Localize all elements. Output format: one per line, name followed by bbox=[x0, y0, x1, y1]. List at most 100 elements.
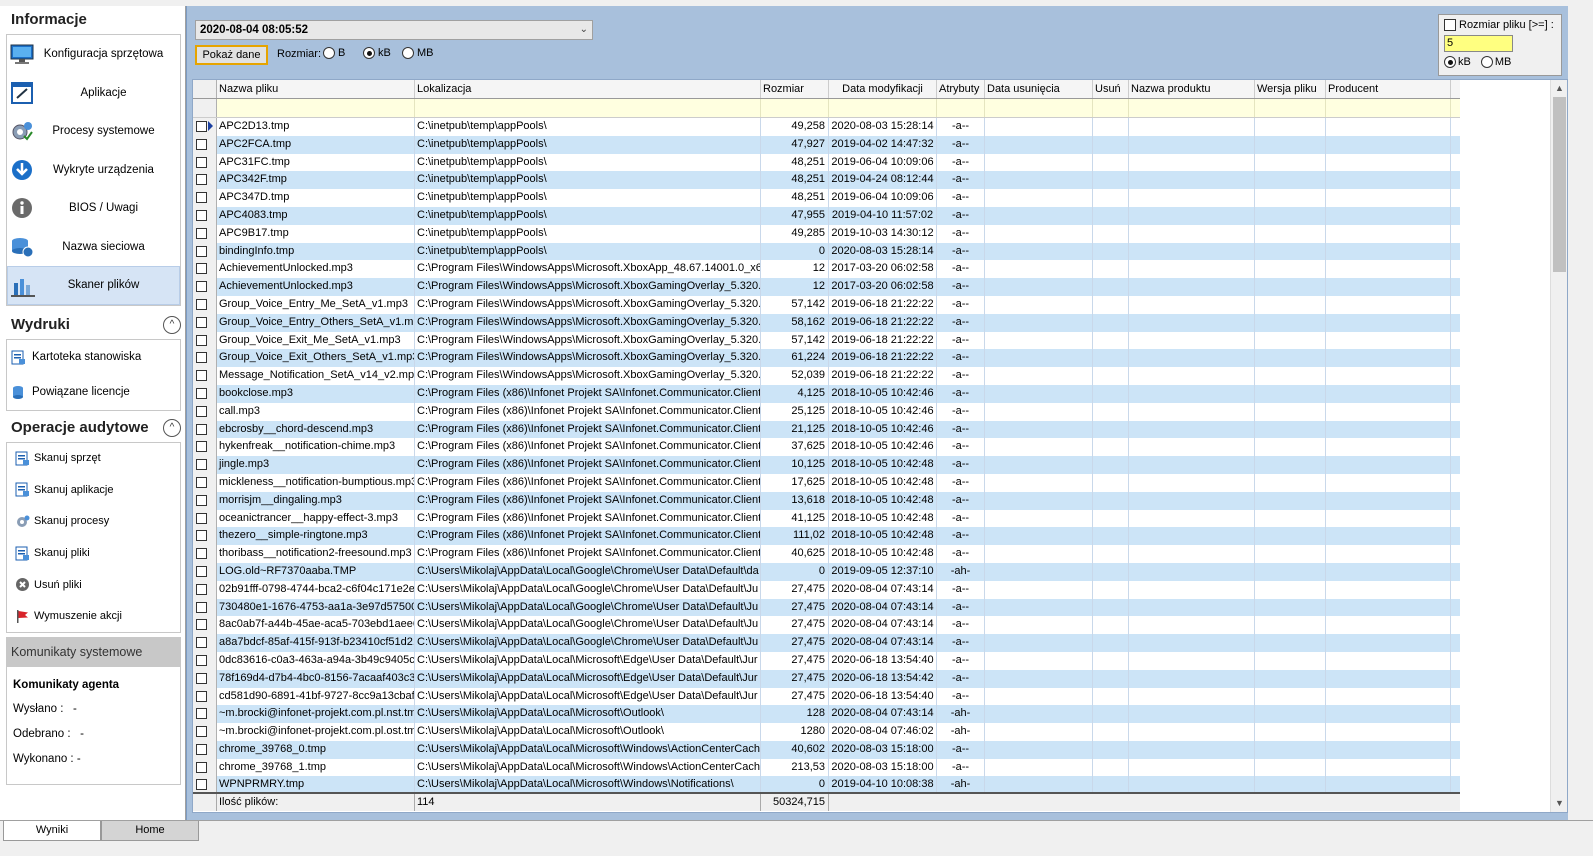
row-selector[interactable] bbox=[193, 473, 217, 492]
row-checkbox[interactable] bbox=[196, 387, 207, 399]
column-header-file-version[interactable]: Wersja pliku bbox=[1255, 80, 1326, 98]
row-selector[interactable] bbox=[193, 758, 217, 777]
filter-cell[interactable] bbox=[1326, 99, 1451, 117]
column-header-product-name[interactable]: Nazwa produktu bbox=[1129, 80, 1255, 98]
scroll-up-icon[interactable]: ▲ bbox=[1551, 80, 1567, 97]
row-selector[interactable] bbox=[193, 135, 217, 154]
filter-kb-radio[interactable]: kB bbox=[1444, 56, 1471, 68]
table-row[interactable]: 02b91fff-0798-4744-bca2-c6f04c171e2e.t C:… bbox=[193, 580, 1460, 599]
filter-cell[interactable] bbox=[1093, 99, 1129, 117]
table-row[interactable]: cd581d90-6891-41bf-9727-8cc9a13cbaff. C:\… bbox=[193, 687, 1460, 706]
row-selector[interactable] bbox=[193, 313, 217, 332]
row-checkbox[interactable] bbox=[196, 690, 207, 702]
table-row[interactable]: Group_Voice_Entry_Me_SetA_v1.mp3 C:\Progr… bbox=[193, 295, 1460, 314]
row-checkbox[interactable] bbox=[196, 459, 207, 471]
table-row[interactable]: AchievementUnlocked.mp3 C:\Program Files\… bbox=[193, 260, 1460, 279]
row-checkbox[interactable] bbox=[196, 352, 207, 364]
row-selector[interactable] bbox=[193, 687, 217, 706]
row-selector[interactable] bbox=[193, 420, 217, 439]
table-row[interactable]: APC31FC.tmp C:\inetpub\temp\appPools\ 48,2… bbox=[193, 153, 1460, 172]
table-row[interactable]: LOG.old~RF7370aaba.TMP C:\Users\Mikolaj\A… bbox=[193, 562, 1460, 581]
row-checkbox[interactable] bbox=[196, 156, 207, 168]
table-row[interactable]: Group_Voice_Entry_Others_SetA_v1.mp3 C:\P… bbox=[193, 313, 1460, 332]
table-row[interactable]: jingle.mp3 C:\Program Files (x86)\Infonet… bbox=[193, 456, 1460, 474]
table-row[interactable]: bookclose.mp3 C:\Program Files (x86)\Info… bbox=[193, 384, 1460, 403]
filter-cell[interactable] bbox=[829, 99, 937, 117]
collapse-audyt-icon[interactable]: ^ bbox=[163, 418, 181, 437]
row-checkbox[interactable] bbox=[196, 405, 207, 417]
row-checkbox[interactable] bbox=[196, 601, 207, 613]
row-selector[interactable] bbox=[193, 349, 217, 368]
row-selector[interactable] bbox=[193, 562, 217, 581]
filter-cell[interactable] bbox=[761, 99, 829, 117]
row-checkbox[interactable] bbox=[196, 761, 207, 773]
row-selector[interactable] bbox=[193, 509, 217, 528]
sidebar-item-file-scanner[interactable]: Skaner plików bbox=[7, 266, 180, 305]
row-selector[interactable] bbox=[193, 331, 217, 350]
row-selector[interactable] bbox=[193, 491, 217, 510]
row-checkbox[interactable] bbox=[196, 334, 207, 346]
table-row[interactable]: thezero__simple-ringtone.mp3 C:\Program F… bbox=[193, 527, 1460, 546]
table-row[interactable]: thoribass__notification2-freesound.mp3 C:… bbox=[193, 545, 1460, 563]
row-selector[interactable] bbox=[193, 527, 217, 546]
table-row[interactable]: hykenfreak__notification-chime.mp3 C:\Pro… bbox=[193, 438, 1460, 457]
row-selector[interactable] bbox=[193, 153, 217, 172]
tab-wyniki[interactable]: Wyniki bbox=[3, 821, 101, 841]
row-selector[interactable] bbox=[193, 224, 217, 243]
row-checkbox[interactable] bbox=[196, 227, 207, 239]
sidebar-item-monitor[interactable]: Konfiguracja sprzętowa bbox=[7, 35, 180, 74]
row-checkbox[interactable] bbox=[196, 121, 207, 132]
row-selector[interactable] bbox=[193, 456, 217, 474]
size-filter-checkbox[interactable] bbox=[1444, 19, 1456, 31]
filter-cell[interactable] bbox=[937, 99, 985, 117]
sidebar-item-gears[interactable]: Procesy systemowe bbox=[7, 112, 180, 151]
table-row[interactable]: chrome_39768_0.tmp C:\Users\Mikolaj\AppDa… bbox=[193, 740, 1460, 759]
audyt-item-0[interactable]: Skanuj sprzęt bbox=[7, 443, 180, 475]
table-row[interactable]: APC4083.tmp C:\inetpub\temp\appPools\ 47,9… bbox=[193, 206, 1460, 225]
row-selector[interactable] bbox=[193, 616, 217, 635]
table-row[interactable]: morrisjm__dingaling.mp3 C:\Program Files … bbox=[193, 491, 1460, 510]
row-selector[interactable] bbox=[193, 580, 217, 599]
row-checkbox[interactable] bbox=[196, 565, 207, 577]
table-row[interactable]: APC2FCA.tmp C:\inetpub\temp\appPools\ 47,9… bbox=[193, 135, 1460, 154]
row-selector[interactable] bbox=[193, 634, 217, 652]
row-selector[interactable] bbox=[193, 438, 217, 457]
row-checkbox[interactable] bbox=[196, 370, 207, 382]
row-selector[interactable] bbox=[193, 651, 217, 670]
row-selector[interactable] bbox=[193, 669, 217, 688]
table-row[interactable]: AchievementUnlocked.mp3 C:\Program Files\… bbox=[193, 278, 1460, 296]
filter-cell[interactable] bbox=[415, 99, 761, 117]
table-row[interactable]: bindingInfo.tmp C:\inetpub\temp\appPools\… bbox=[193, 242, 1460, 261]
row-selector[interactable] bbox=[193, 206, 217, 225]
row-checkbox[interactable] bbox=[196, 548, 207, 560]
audyt-item-3[interactable]: Skanuj pliki bbox=[7, 537, 180, 569]
row-checkbox[interactable] bbox=[196, 174, 207, 186]
row-selector[interactable] bbox=[193, 171, 217, 190]
audyt-item-1[interactable]: Skanuj aplikacje bbox=[7, 474, 180, 506]
sidebar-item-download-arrow[interactable]: Wykryte urządzenia bbox=[7, 151, 180, 190]
sidebar-item-edit-window[interactable]: Aplikacje bbox=[7, 74, 180, 113]
table-row[interactable]: APC347D.tmp C:\inetpub\temp\appPools\ 48,2… bbox=[193, 189, 1460, 207]
row-selector[interactable] bbox=[193, 705, 217, 724]
table-row[interactable]: Message_Notification_SetA_v14_v2.mp3 C:\P… bbox=[193, 367, 1460, 385]
row-checkbox[interactable] bbox=[196, 530, 207, 542]
unit-b-radio[interactable]: B bbox=[323, 47, 345, 59]
table-row[interactable]: mickleness__notification-bumptious.mp3 C:… bbox=[193, 473, 1460, 492]
table-row[interactable]: 0dc83616-c0a3-463a-a94a-3b49c9405c0 C:\Us… bbox=[193, 651, 1460, 670]
column-header-location[interactable]: Lokalizacja bbox=[415, 80, 761, 98]
column-header-delete[interactable]: Usuń bbox=[1093, 80, 1129, 98]
sidebar-item-info[interactable]: BIOS / Uwagi bbox=[7, 189, 180, 228]
row-checkbox[interactable] bbox=[196, 245, 207, 257]
row-checkbox[interactable] bbox=[196, 263, 207, 275]
row-selector[interactable] bbox=[193, 260, 217, 279]
table-row[interactable]: chrome_39768_1.tmp C:\Users\Mikolaj\AppDa… bbox=[193, 758, 1460, 777]
row-selector[interactable] bbox=[193, 723, 217, 741]
row-checkbox[interactable] bbox=[196, 192, 207, 204]
size-filter-input[interactable]: 5 bbox=[1444, 35, 1513, 52]
grid-filter-row[interactable] bbox=[193, 99, 1460, 118]
row-checkbox[interactable] bbox=[196, 637, 207, 649]
table-row[interactable]: Group_Voice_Exit_Others_SetA_v1.mp3 C:\Pr… bbox=[193, 349, 1460, 368]
tab-home[interactable]: Home bbox=[101, 821, 199, 841]
row-selector[interactable] bbox=[193, 740, 217, 759]
row-checkbox[interactable] bbox=[196, 726, 207, 738]
